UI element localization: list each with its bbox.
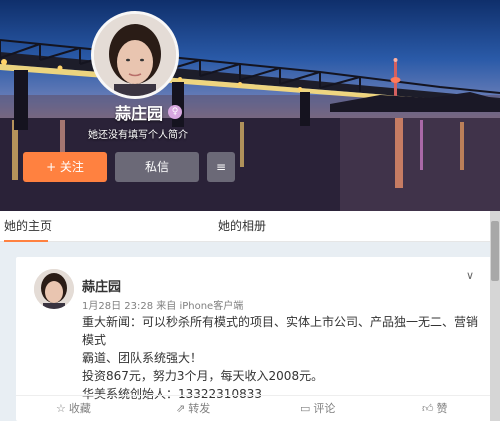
menu-icon: ≡ (215, 160, 227, 174)
post-card: 蒜庄园 ∨ 1月28日 23:28 来自 iPhone客户端 重大新闻：可以秒杀… (16, 257, 496, 421)
avatar-photo (94, 14, 176, 96)
profile-bio: 她还没有填写个人简介 (88, 130, 188, 141)
post-avatar-photo (34, 269, 74, 309)
message-button[interactable]: 私信 (115, 152, 199, 182)
like-button[interactable]: 👍︎ 赞 (422, 396, 448, 421)
profile-avatar[interactable] (91, 11, 179, 99)
like-label: 赞 (436, 402, 448, 415)
profile-tabs: 她的主页 她的相册 (0, 211, 500, 242)
post-avatar[interactable] (34, 269, 74, 309)
favorite-button[interactable]: ☆ 收藏 (56, 396, 91, 421)
post-line: 霸道、团队系统强大！ (82, 351, 203, 365)
tab-album[interactable]: 她的相册 (212, 211, 272, 242)
cover-banner: 蒜庄园 ♀ 她还没有填写个人简介 + 关注 私信 ≡ (0, 0, 500, 211)
star-icon: ☆ (56, 402, 66, 415)
forward-label: 转发 (188, 402, 211, 415)
forward-icon: ⇗ (176, 402, 186, 415)
comment-button[interactable]: ▭ 评论 (300, 396, 335, 421)
post-actions: ☆ 收藏 ⇗ 转发 ▭ 评论 👍︎ 赞 (16, 395, 496, 421)
post-author[interactable]: 蒜庄园 (82, 276, 121, 295)
post-line: 重大新闻：可以秒杀所有模式的项目、实体上市公司、产品独一无二、营销模式 (82, 315, 479, 347)
follow-button[interactable]: + 关注 (23, 152, 107, 182)
favorite-label: 收藏 (68, 402, 91, 415)
comment-label: 评论 (313, 402, 336, 415)
post-meta: 1月28日 23:28 来自 iPhone客户端 (82, 301, 244, 312)
tab-home[interactable]: 她的主页 (0, 211, 56, 242)
verified-badge-icon: ♀ (168, 105, 182, 119)
comment-icon: ▭ (300, 402, 311, 415)
post-line: 投资867元，努力3个月，每天收入2008元。 (82, 369, 324, 383)
chevron-down-icon[interactable]: ∨ (466, 269, 474, 282)
scrollbar[interactable] (490, 211, 500, 421)
scrollbar-thumb[interactable] (491, 221, 499, 281)
post-body: 重大新闻：可以秒杀所有模式的项目、实体上市公司、产品独一无二、营销模式 霸道、团… (82, 313, 487, 403)
more-menu-button[interactable]: ≡ (207, 152, 235, 182)
forward-button[interactable]: ⇗ 转发 (176, 396, 210, 421)
thumbs-up-icon: 👍︎ (422, 402, 434, 415)
